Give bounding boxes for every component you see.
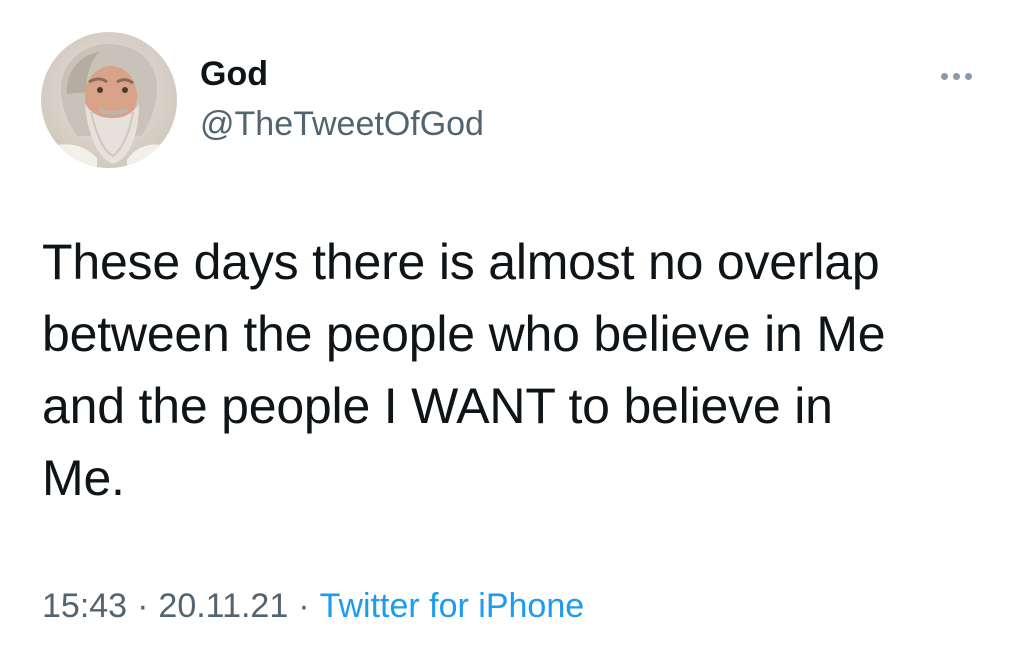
separator: · [137, 587, 149, 625]
tweet-time[interactable]: 15:43 [42, 587, 127, 625]
more-options-button[interactable] [934, 64, 978, 88]
more-horizontal-icon-dot [952, 72, 960, 80]
more-horizontal-icon-dot [964, 72, 972, 80]
tweet: God @TheTweetOfGod These days there is a… [0, 0, 1024, 659]
more-horizontal-icon-dot [940, 72, 948, 80]
separator: · [298, 587, 310, 625]
tweet-text-line: and the people I WANT to believe in [42, 378, 833, 434]
tweet-text-line: between the people who believe in Me [42, 306, 886, 362]
tweet-text: These days there is almost no overlap be… [42, 226, 992, 514]
tweet-text-line: These days there is almost no overlap [42, 234, 880, 290]
profile-photo-icon [41, 32, 177, 168]
tweet-source-link[interactable]: Twitter for iPhone [320, 587, 585, 625]
tweet-text-line: Me. [42, 450, 125, 506]
author-display-name[interactable]: God [200, 54, 268, 94]
author-handle[interactable]: @TheTweetOfGod [200, 104, 484, 144]
avatar[interactable] [41, 32, 177, 168]
tweet-date[interactable]: 20.11.21 [158, 587, 288, 625]
tweet-metadata: 15:43 · 20.11.21 · Twitter for iPhone [42, 584, 584, 628]
